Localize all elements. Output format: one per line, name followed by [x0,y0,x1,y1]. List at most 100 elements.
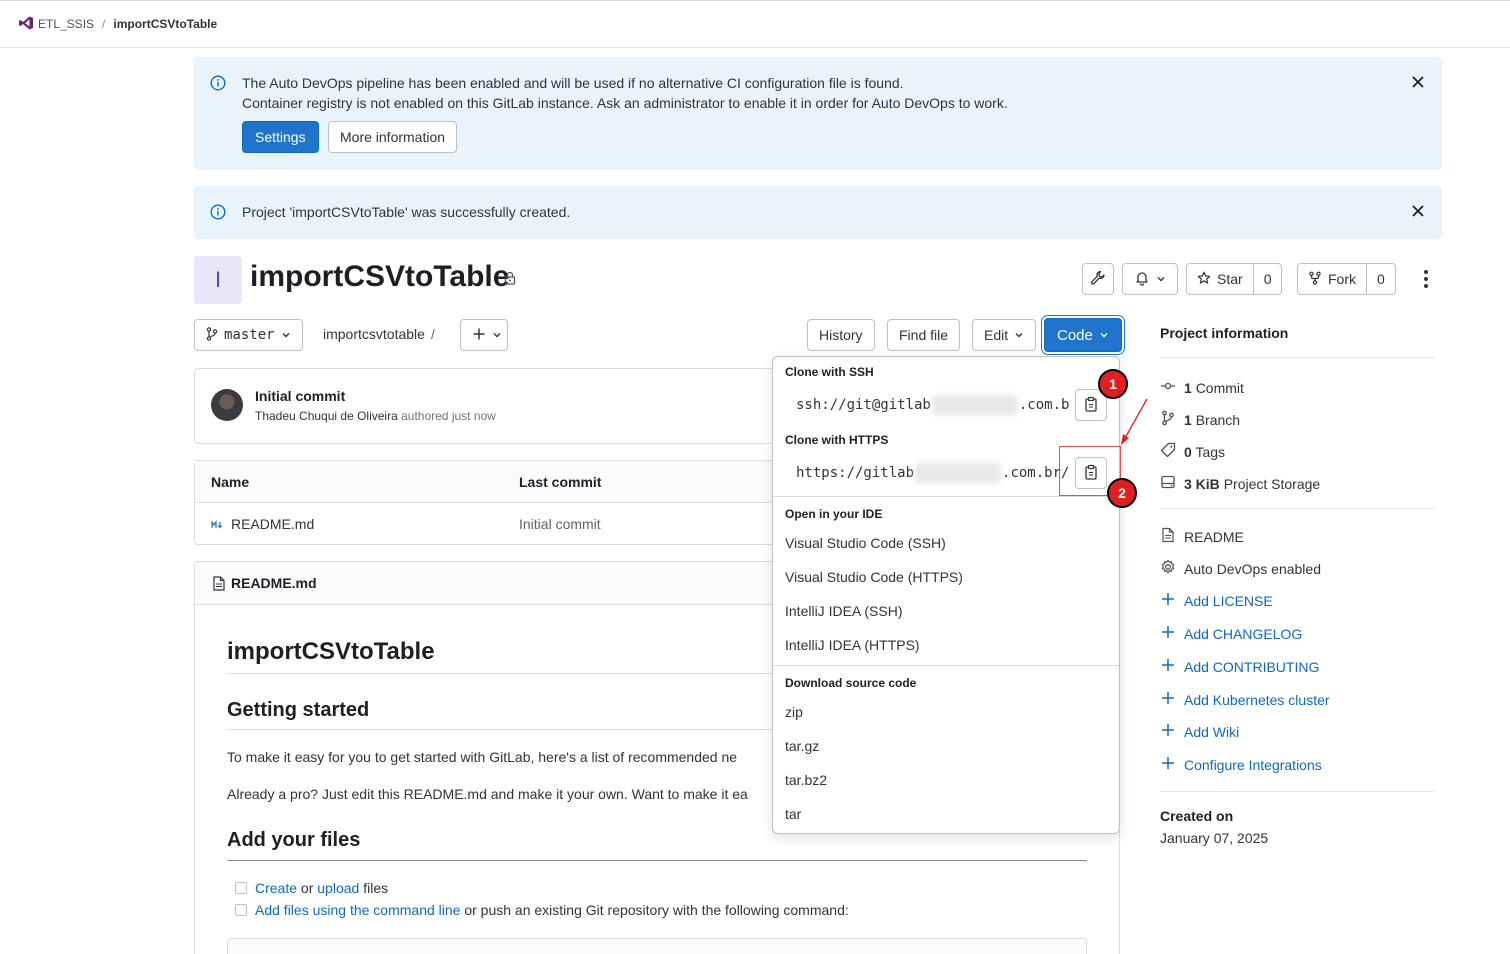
plus-icon [1160,690,1176,709]
commits-link[interactable]: 1 Commit [1160,378,1244,397]
divider [773,665,1119,666]
avatar[interactable] [211,389,243,421]
edit-button[interactable]: Edit [972,319,1037,351]
divider [1160,791,1435,792]
storage-link[interactable]: 3 KiB Project Storage [1160,474,1320,493]
https-url-field[interactable]: https://gitlab .com.br/ [785,457,1070,489]
column-header-last-commit: Last commit [519,474,602,490]
add-to-tree-button[interactable] [460,319,508,351]
project-settings-button[interactable] [1082,263,1114,295]
auto-devops-link[interactable]: Auto DevOps enabled [1160,559,1321,578]
divider [227,860,1087,861]
plus-icon [1160,657,1176,676]
add-wiki-link[interactable]: Add Wiki [1160,722,1239,741]
clone-ssh-heading: Clone with SSH [785,365,874,379]
plus-icon [1160,722,1176,741]
code-button[interactable]: Code [1044,318,1122,352]
ssh-url-field[interactable]: ssh://git@gitlab .com.b [785,389,1070,421]
settings-button[interactable]: Settings [242,121,319,153]
commit-label: Commit [1195,379,1244,396]
ssh-url-suffix: .com.b [1018,397,1070,413]
wrench-icon [1090,270,1106,289]
branch-label: Branch [1195,411,1241,428]
branch-count: 1 [1184,411,1192,428]
download-source-heading: Download source code [785,676,917,690]
upload-link[interactable]: upload [317,880,359,896]
commit-icon [1160,378,1176,397]
commit-title[interactable]: Initial commit [255,388,345,404]
add-license-link[interactable]: Add LICENSE [1160,591,1273,610]
fork-button[interactable]: Fork [1298,264,1367,294]
readme-filename[interactable]: README.md [231,575,317,591]
task-item: Create or upload files [235,880,388,896]
command-line-link[interactable]: Add files using the command line [255,902,460,918]
close-icon[interactable] [1412,75,1424,91]
lock-icon [503,271,517,288]
document-icon [1160,527,1176,546]
history-button[interactable]: History [807,319,875,351]
tags-link[interactable]: 0 Tags [1160,442,1225,461]
file-name[interactable]: README.md [231,516,314,532]
chevron-down-icon [281,327,291,343]
close-icon[interactable] [1412,204,1424,220]
task-item: Add files using the command line or push… [235,902,849,918]
open-intellij-ssh-item[interactable]: IntelliJ IDEA (SSH) [785,603,902,619]
configure-integrations-link[interactable]: Configure Integrations [1160,755,1322,774]
code-block [227,938,1087,954]
fork-count[interactable]: 0 [1367,264,1395,294]
open-intellij-https-item[interactable]: IntelliJ IDEA (HTTPS) [785,637,920,653]
find-file-button[interactable]: Find file [887,319,961,351]
commit-author[interactable]: Thadeu Chuqui de Oliveira [255,409,398,423]
alert-message: The Auto DevOps pipeline has been enable… [242,73,1008,113]
chevron-down-icon [492,327,502,343]
branches-link[interactable]: 1 Branch [1160,410,1240,429]
storage-icon [1160,474,1176,493]
star-button[interactable]: Star [1187,264,1254,294]
add-wiki-label: Add Wiki [1184,723,1240,740]
download-tar-item[interactable]: tar [785,806,801,822]
plus-icon [1160,624,1176,643]
download-tarbz2-item[interactable]: tar.bz2 [785,772,827,788]
download-targz-item[interactable]: tar.gz [785,738,819,754]
add-contributing-label: Add CONTRIBUTING [1184,658,1320,675]
star-button-group[interactable]: Star 0 [1186,263,1283,295]
repo-path-root[interactable]: importcsvtotable [323,326,425,342]
info-icon [210,75,226,94]
open-vscode-ssh-item[interactable]: Visual Studio Code (SSH) [785,535,946,551]
task-checkbox[interactable] [235,882,247,894]
add-kubernetes-link[interactable]: Add Kubernetes cluster [1160,690,1330,709]
star-count[interactable]: 0 [1254,264,1282,294]
breadcrumb-project[interactable]: importCSVtoTable [113,17,217,31]
redacted-host [931,395,1018,415]
file-last-commit[interactable]: Initial commit [519,516,601,532]
add-changelog-link[interactable]: Add CHANGELOG [1160,624,1302,643]
project-title: importCSVtoTable [250,260,510,293]
branch-name: master [224,327,275,343]
notification-button[interactable] [1122,263,1178,295]
add-changelog-label: Add CHANGELOG [1184,625,1303,642]
create-link[interactable]: Create [255,880,297,896]
configure-integrations-label: Configure Integrations [1184,756,1322,773]
markdown-icon [211,517,225,533]
branch-icon [206,326,218,344]
fork-button-group[interactable]: Fork 0 [1297,263,1396,295]
more-actions-kebab-icon[interactable] [1418,266,1434,292]
alert-message: Project 'importCSVtoTable' was successfu… [242,204,571,220]
readme-link[interactable]: README [1160,527,1244,546]
readme-link-label: README [1184,528,1244,545]
clipboard-icon [1084,396,1098,415]
plus-icon [1160,755,1176,774]
column-header-name: Name [211,474,250,490]
task-checkbox[interactable] [235,904,247,916]
annotation-arrow [1121,398,1148,445]
more-information-button[interactable]: More information [328,121,458,153]
open-vscode-https-item[interactable]: Visual Studio Code (HTTPS) [785,569,963,585]
breadcrumb-group[interactable]: ETL_SSIS [38,17,94,31]
download-zip-item[interactable]: zip [785,704,803,720]
project-logo-icon [18,15,38,34]
add-contributing-link[interactable]: Add CONTRIBUTING [1160,657,1319,676]
clone-https-heading: Clone with HTTPS [785,433,889,447]
branch-selector[interactable]: master [194,319,303,351]
autodevops-alert: The Auto DevOps pipeline has been enable… [194,57,1442,170]
add-license-label: Add LICENSE [1184,592,1273,609]
